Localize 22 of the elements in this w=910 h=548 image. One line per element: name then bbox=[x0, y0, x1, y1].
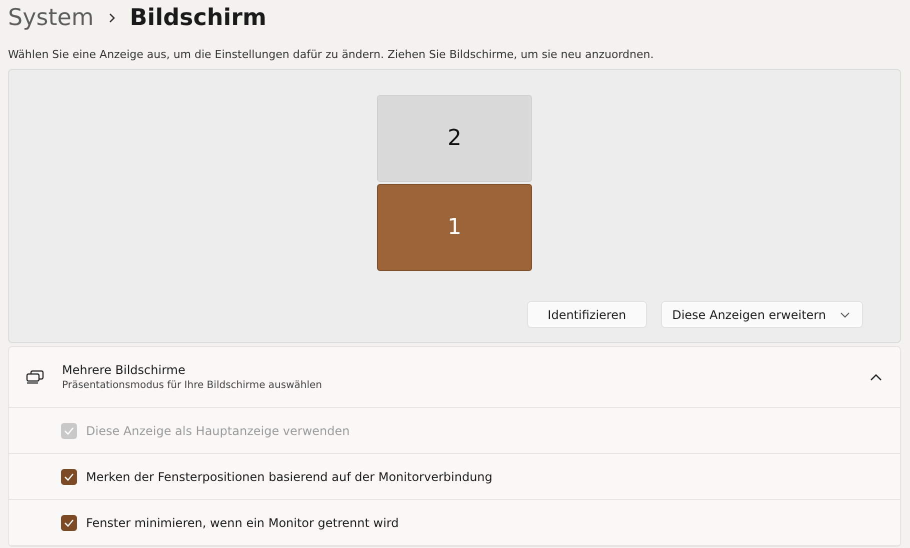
option-label: Fenster minimieren, wenn ein Monitor getrennt wird bbox=[86, 516, 399, 530]
chevron-down-icon bbox=[840, 312, 850, 318]
chevron-right-icon bbox=[108, 12, 116, 24]
section-header[interactable]: Mehrere Bildschirme Präsentationsmodus für Ihre Bildschirme auswählen bbox=[9, 347, 900, 408]
checkmark-icon bbox=[64, 472, 74, 480]
chevron-icon[interactable] bbox=[870, 373, 882, 381]
option-label: Diese Anzeige als Hauptanzeige verwenden bbox=[86, 424, 350, 438]
checkbox[interactable] bbox=[61, 468, 77, 484]
option-label: Merken der Fensterpositionen basierend auf der Monitorverbindung bbox=[86, 470, 492, 484]
display-mode-dropdown[interactable]: Diese Anzeigen erweitern bbox=[661, 301, 863, 328]
page-title: Bildschirm bbox=[130, 5, 266, 31]
checkmark-icon bbox=[64, 518, 74, 526]
identify-button[interactable]: Identifizieren bbox=[526, 301, 648, 328]
display-tile[interactable]: 2 bbox=[377, 95, 532, 182]
checkmark-icon bbox=[64, 426, 74, 434]
breadcrumb-parent[interactable]: System bbox=[8, 5, 94, 31]
checkbox[interactable] bbox=[61, 514, 77, 530]
display-tile[interactable]: 1 bbox=[377, 184, 532, 271]
section-title: Mehrere Bildschirme bbox=[62, 363, 186, 377]
description-text: Wählen Sie eine Anzeige aus, um die Einstellungen dafür zu ändern. Ziehen Sie Bildschirme, um sie neu anzuordnen. bbox=[8, 48, 655, 61]
monitors-icon bbox=[26, 370, 44, 384]
section-subtitle: Präsentationsmodus für Ihre Bildschirme auswählen bbox=[62, 380, 323, 391]
